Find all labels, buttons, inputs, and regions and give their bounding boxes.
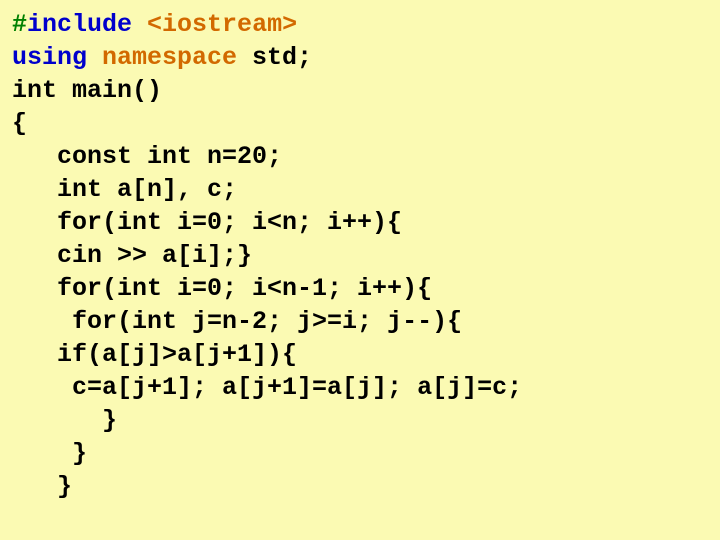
code-line-11: if(a[j]>a[j+1]){ xyxy=(12,340,297,369)
code-line-6: int a[n], c; xyxy=(12,175,237,204)
tok-include: include xyxy=(27,10,147,39)
tok-iostream: <iostream> xyxy=(147,10,297,39)
code-line-12: c=a[j+1]; a[j+1]=a[j]; a[j]=c; xyxy=(12,373,522,402)
tok-std: std; xyxy=(252,43,312,72)
tok-using: using xyxy=(12,43,102,72)
code-line-7: for(int i=0; i<n; i++){ xyxy=(12,208,402,237)
code-line-13: } xyxy=(12,406,117,435)
code-line-10: for(int j=n-2; j>=i; j--){ xyxy=(12,307,462,336)
code-line-8: cin >> a[i];} xyxy=(12,241,252,270)
code-line-4: { xyxy=(12,109,27,138)
tok-namespace: namespace xyxy=(102,43,252,72)
code-line-14: } xyxy=(12,439,87,468)
code-line-3: int main() xyxy=(12,76,162,105)
tok-hash: # xyxy=(12,10,27,39)
code-line-5: const int n=20; xyxy=(12,142,282,171)
code-snippet: #include <iostream> using namespace std;… xyxy=(0,0,720,540)
code-line-15: } xyxy=(12,472,72,501)
code-line-9: for(int i=0; i<n-1; i++){ xyxy=(12,274,432,303)
